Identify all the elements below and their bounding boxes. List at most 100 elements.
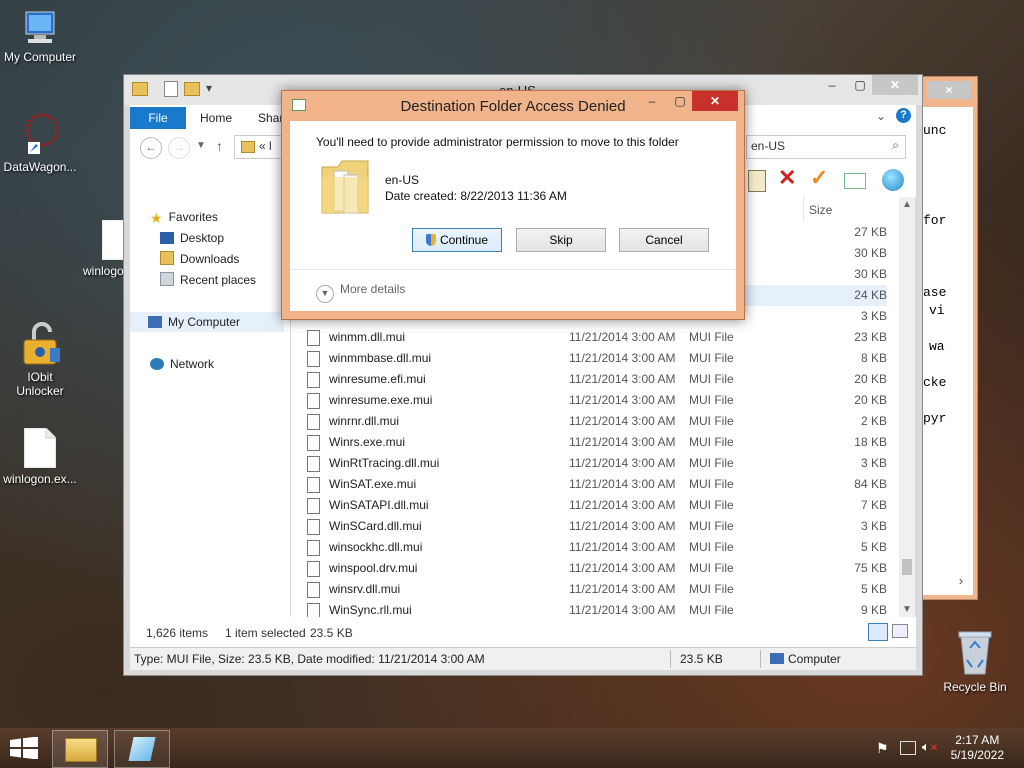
properties-icon[interactable] — [164, 81, 178, 97]
taskbar-clock[interactable]: 2:17 AM 5/19/2022 — [951, 733, 1004, 763]
start-button[interactable] — [10, 736, 38, 760]
chevron-down-icon: ▼ — [316, 285, 334, 303]
table-row[interactable]: WinRtTracing.dll.mui 11/21/2014 3:00 AM MU… — [307, 453, 887, 474]
file-icon — [307, 519, 320, 535]
large-icons-view-icon[interactable] — [892, 624, 908, 638]
scroll-up-icon[interactable]: ▲ — [902, 199, 912, 210]
desktop-icon-winlogon[interactable]: winlogon — [80, 220, 128, 278]
table-row[interactable]: winsockhc.dll.mui 11/21/2014 3:00 AM MUI F… — [307, 537, 887, 558]
recent-locations-icon[interactable]: ▼ — [196, 140, 206, 151]
navigation-pane: ★ Favorites Desktop Downloads Recent plac… — [130, 197, 290, 617]
clipboard-icon[interactable] — [748, 170, 766, 192]
file-size: 27 KB — [854, 225, 887, 239]
close-button[interactable]: ✕ — [872, 75, 918, 95]
file-size: 75 KB — [854, 561, 887, 575]
file-date: 11/21/2014 3:00 AM — [569, 372, 676, 386]
nav-desktop[interactable]: Desktop — [160, 228, 224, 248]
clock-date: 5/19/2022 — [950, 748, 1004, 762]
new-folder-icon[interactable] — [184, 82, 200, 96]
chevron-down-icon[interactable]: ⌄ — [876, 109, 886, 123]
skip-button[interactable]: Skip — [516, 228, 606, 252]
search-icon[interactable]: ⌕ — [892, 138, 899, 153]
file-date: 11/21/2014 3:00 AM — [569, 540, 676, 554]
tab-file[interactable]: File — [130, 107, 186, 129]
file-size: 8 KB — [860, 351, 887, 365]
dialog-close-button[interactable]: ✕ — [692, 91, 738, 111]
forward-button[interactable]: → — [168, 137, 190, 159]
globe-icon[interactable] — [882, 169, 904, 191]
volume-muted-icon[interactable]: 🔈︎✕ — [922, 739, 938, 755]
more-details-toggle[interactable]: ▼ More details — [316, 282, 405, 303]
nav-recent-places[interactable]: Recent places — [160, 270, 256, 290]
table-row[interactable]: winrnr.dll.mui 11/21/2014 3:00 AM MUI File… — [307, 411, 887, 432]
dialog-maximize-button[interactable]: ▢ — [666, 91, 694, 111]
dialog-message: You'll need to provide administrator per… — [316, 135, 679, 149]
table-row[interactable]: winresume.efi.mui 11/21/2014 3:00 AM MUI F… — [307, 369, 887, 390]
scroll-right-icon[interactable]: › — [957, 574, 965, 589]
nav-network[interactable]: Network — [150, 354, 214, 374]
delete-icon[interactable]: ✕ — [778, 165, 796, 191]
tab-home[interactable]: Home — [200, 111, 232, 125]
file-type: MUI File — [689, 498, 734, 512]
nav-downloads[interactable]: Downloads — [160, 249, 239, 269]
file-date: 11/21/2014 3:00 AM — [569, 519, 676, 533]
customize-quick-access-icon[interactable]: ▾ — [206, 81, 212, 95]
file-size: 3 KB — [860, 519, 887, 533]
details-text: Type: MUI File, Size: 23.5 KB, Date modi… — [134, 652, 485, 666]
checkmark-icon[interactable]: ✓ — [810, 165, 828, 191]
computer-icon — [770, 653, 784, 664]
rename-icon[interactable] — [844, 173, 866, 189]
tab-share[interactable]: Shar — [258, 111, 283, 125]
minimize-button[interactable]: – — [818, 75, 846, 95]
file-icon — [307, 498, 320, 514]
column-header-size[interactable]: Size — [809, 203, 832, 217]
file-icon — [23, 427, 57, 469]
address-bar[interactable]: « l — [234, 135, 286, 159]
network-tray-icon[interactable] — [900, 741, 916, 755]
search-input[interactable]: en-US ⌕ — [746, 135, 906, 159]
desktop-icon-label: Recycle Bin — [943, 680, 1007, 694]
file-type: MUI File — [689, 393, 734, 407]
help-icon[interactable]: ? — [896, 108, 911, 123]
maximize-button[interactable]: ▢ — [846, 75, 874, 95]
unlocker-icon — [18, 322, 62, 366]
file-size: 30 KB — [854, 246, 887, 260]
details-view-icon[interactable] — [868, 623, 888, 641]
file-type: MUI File — [689, 330, 734, 344]
table-row[interactable]: WinSAT.exe.mui 11/21/2014 3:00 AM MUI File… — [307, 474, 887, 495]
table-row[interactable]: winmm.dll.mui 11/21/2014 3:00 AM MUI File 2… — [307, 327, 887, 348]
back-button[interactable]: ← — [140, 137, 162, 159]
desktop-icon-iobit-unlocker[interactable]: IObit Unlocker — [0, 322, 80, 398]
file-size: 20 KB — [854, 372, 887, 386]
vertical-scrollbar[interactable]: ▲ ▼ — [899, 197, 915, 617]
nav-my-computer[interactable]: My Computer — [130, 312, 284, 332]
taskbar-file-explorer[interactable] — [52, 730, 108, 768]
recent-places-icon — [160, 272, 174, 286]
desktop-icon-recycle-bin[interactable]: Recycle Bin — [935, 630, 1015, 694]
continue-button[interactable]: Continue — [412, 228, 502, 252]
up-button[interactable]: ↑ — [216, 138, 223, 154]
table-row[interactable]: winmmbase.dll.mui 11/21/2014 3:00 AM MUI F… — [307, 348, 887, 369]
text-line: vi — [929, 303, 945, 318]
background-window-close-button[interactable]: × — [927, 81, 971, 99]
table-row[interactable]: winsrv.dll.mui 11/21/2014 3:00 AM MUI File… — [307, 579, 887, 600]
cancel-button[interactable]: Cancel — [619, 228, 709, 252]
background-window[interactable]: × unc for ase vi wa cke pyr › — [918, 76, 978, 600]
table-row[interactable]: winresume.exe.mui 11/21/2014 3:00 AM MUI F… — [307, 390, 887, 411]
table-row[interactable]: WinSATAPI.dll.mui 11/21/2014 3:00 AM MUI F… — [307, 495, 887, 516]
scrollbar-thumb[interactable] — [902, 559, 912, 575]
table-row[interactable]: winspool.drv.mui 11/21/2014 3:00 AM MUI Fi… — [307, 558, 887, 579]
file-icon — [307, 414, 320, 430]
dialog-titlebar[interactable]: Destination Folder Access Denied – ▢ ✕ — [282, 91, 744, 121]
table-row[interactable]: WinSCard.dll.mui 11/21/2014 3:00 AM MUI Fi… — [307, 516, 887, 537]
desktop-icon-datawagon[interactable]: DataWagon... — [0, 112, 80, 174]
scroll-down-icon[interactable]: ▼ — [902, 604, 912, 615]
action-center-flag-icon[interactable]: ⚑ — [876, 740, 889, 757]
table-row[interactable]: Winrs.exe.mui 11/21/2014 3:00 AM MUI File 1… — [307, 432, 887, 453]
dialog-minimize-button[interactable]: – — [638, 91, 666, 111]
file-icon — [307, 561, 320, 577]
nav-favorites[interactable]: ★ Favorites — [150, 207, 218, 227]
desktop-icon-my-computer[interactable]: My Computer — [0, 10, 80, 64]
taskbar-notepad[interactable] — [114, 730, 170, 768]
desktop-icon-winlogon-exe[interactable]: winlogon.ex... — [0, 427, 80, 486]
